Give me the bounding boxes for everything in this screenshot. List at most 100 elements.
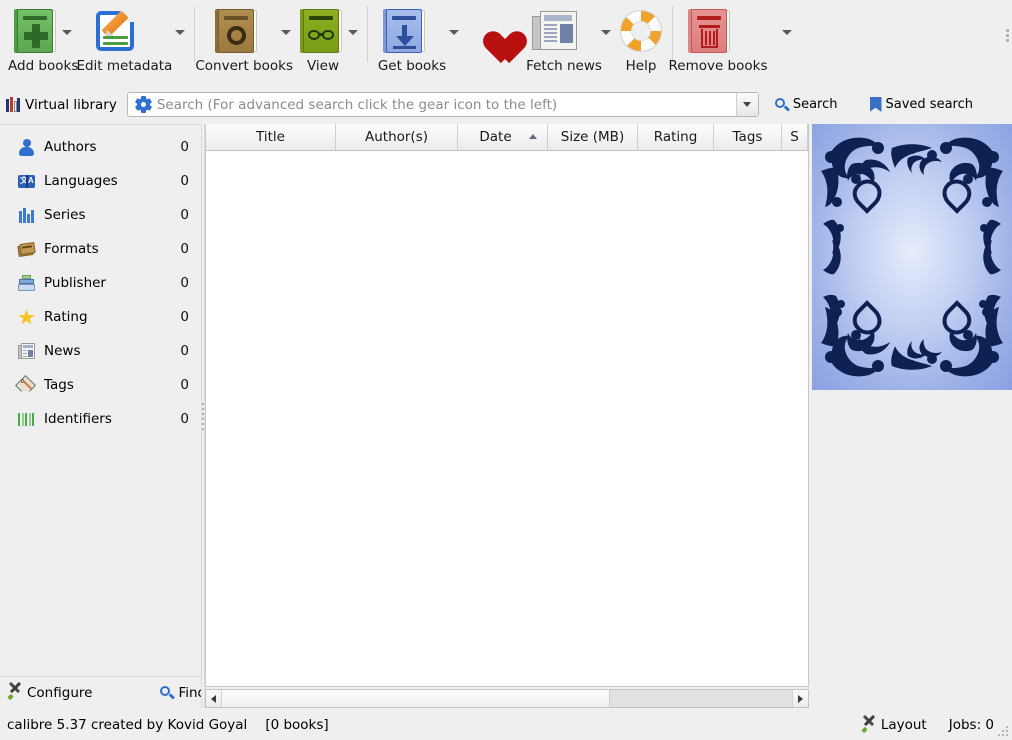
search-field-container[interactable] xyxy=(126,92,759,117)
window-resize-grip[interactable] xyxy=(998,726,1010,738)
sidebar-item-news[interactable]: News 0 xyxy=(0,334,201,368)
edit-metadata-icon xyxy=(94,8,139,54)
formats-icon xyxy=(17,241,36,258)
identifiers-icon xyxy=(18,411,35,428)
book-count-text: [0 books] xyxy=(265,717,329,733)
sidebar-label-identifiers: Identifiers xyxy=(44,411,112,427)
virtual-library-button[interactable]: Virtual library xyxy=(0,89,127,120)
news-icon xyxy=(18,342,35,360)
rating-star-icon xyxy=(18,309,35,326)
toolbar-overflow-handle[interactable] xyxy=(1002,10,1012,60)
layout-button[interactable]: Layout xyxy=(861,714,927,733)
sidebar-item-languages[interactable]: 文A Languages 0 xyxy=(0,164,201,198)
saved-search-label: Saved search xyxy=(885,97,973,112)
sidebar-label-languages: Languages xyxy=(44,173,118,189)
toolbar-button-view[interactable]: View xyxy=(293,0,359,78)
jobs-indicator[interactable]: Jobs: 0 xyxy=(949,717,994,733)
toolbar-button-donate[interactable] xyxy=(460,0,518,78)
saved-search-button[interactable]: Saved search xyxy=(862,91,981,118)
tag-browser-footer: Configure Find xyxy=(0,676,206,708)
toolbar-label-view: View xyxy=(306,58,340,74)
toolbar-button-fetch-news[interactable]: Fetch news xyxy=(518,0,612,78)
add-books-menu-arrow-icon[interactable] xyxy=(61,6,73,56)
fetch-news-menu-arrow-icon[interactable] xyxy=(600,6,612,56)
toolbar-separator-3 xyxy=(672,6,673,62)
sidebar-item-identifiers[interactable]: Identifiers 0 xyxy=(0,402,201,436)
toolbar-button-convert-books[interactable]: Convert books xyxy=(195,0,293,78)
scrollbar-track[interactable] xyxy=(222,690,792,707)
sidebar-item-publisher[interactable]: Publisher 0 xyxy=(0,266,201,300)
sidebar-item-tags[interactable]: Tags 0 xyxy=(0,368,201,402)
fetch-news-icon xyxy=(532,10,578,52)
remove-books-menu-arrow-icon[interactable] xyxy=(781,6,793,56)
search-history-dropdown[interactable] xyxy=(735,93,758,116)
sidebar-item-series[interactable]: Series 0 xyxy=(0,198,201,232)
tag-browser-panel: Authors 0 文A Languages 0 Series 0 Format… xyxy=(0,124,206,708)
column-header-tags[interactable]: Tags xyxy=(714,124,782,150)
column-header-rating[interactable]: Rating xyxy=(638,124,714,150)
toolbar-label-fetch-news: Fetch news xyxy=(526,58,602,74)
search-input[interactable] xyxy=(156,93,736,116)
configure-button[interactable]: Configure xyxy=(0,678,100,708)
book-list-body[interactable] xyxy=(206,151,808,686)
book-details-panel xyxy=(809,122,1012,708)
virtual-library-icon xyxy=(6,97,20,112)
donate-heart-icon xyxy=(472,8,518,54)
find-icon xyxy=(160,685,176,700)
get-books-icon xyxy=(382,8,426,54)
main-toolbar: Add books Edit metadata Convert books Vi… xyxy=(0,0,1012,84)
sort-ascending-icon xyxy=(529,134,537,139)
column-label-tags: Tags xyxy=(732,129,763,145)
convert-books-icon xyxy=(214,8,258,54)
virtual-library-label: Virtual library xyxy=(25,96,117,113)
series-icon xyxy=(18,207,35,224)
column-label-authors: Author(s) xyxy=(364,129,429,145)
sidebar-label-authors: Authors xyxy=(44,139,97,155)
remove-books-icon xyxy=(687,8,731,54)
column-label-size: Size (MB) xyxy=(560,129,625,145)
get-books-menu-arrow-icon[interactable] xyxy=(448,6,460,56)
book-list-horizontal-scrollbar[interactable] xyxy=(205,689,809,708)
toolbar-button-help[interactable]: Help xyxy=(612,0,664,78)
view-menu-arrow-icon[interactable] xyxy=(347,6,359,56)
search-toolbar: Virtual library Search Saved search xyxy=(0,88,1012,121)
toolbar-label-add-books: Add books xyxy=(8,58,79,74)
scrollbar-thumb[interactable] xyxy=(222,690,610,707)
edit-metadata-menu-arrow-icon[interactable] xyxy=(174,6,186,56)
toolbar-button-add-books[interactable]: Add books xyxy=(0,0,78,78)
column-header-authors[interactable]: Author(s) xyxy=(336,124,458,150)
toolbar-label-convert-books: Convert books xyxy=(195,58,293,74)
book-list-header: Title Author(s) Date Size (MB) Rating Ta… xyxy=(206,124,808,151)
column-label-series: S xyxy=(790,129,799,145)
column-label-rating: Rating xyxy=(653,129,698,145)
scroll-left-arrow-icon[interactable] xyxy=(206,690,222,707)
toolbar-button-edit-metadata[interactable]: Edit metadata xyxy=(76,0,186,78)
tags-icon xyxy=(18,377,35,394)
sidebar-count-rating: 0 xyxy=(180,309,189,325)
sidebar-item-authors[interactable]: Authors 0 xyxy=(0,130,201,164)
configure-wrench-icon xyxy=(7,681,23,701)
status-bar: calibre 5.37 created by Kovid Goyal [0 b… xyxy=(0,710,1012,740)
sidebar-item-formats[interactable]: Formats 0 xyxy=(0,232,201,266)
column-header-size[interactable]: Size (MB) xyxy=(548,124,638,150)
search-button[interactable]: Search xyxy=(767,91,846,118)
toolbar-button-get-books[interactable]: Get books xyxy=(376,0,460,78)
app-version-text: calibre 5.37 created by Kovid Goyal xyxy=(7,717,248,733)
convert-books-menu-arrow-icon[interactable] xyxy=(280,6,292,56)
calibre-main-window: Add books Edit metadata Convert books Vi… xyxy=(0,0,1012,740)
help-lifebuoy-icon xyxy=(618,8,664,54)
languages-icon: 文A xyxy=(18,173,35,190)
book-list-table[interactable]: Title Author(s) Date Size (MB) Rating Ta… xyxy=(205,124,809,687)
layout-wrench-icon xyxy=(861,714,877,733)
column-header-title[interactable]: Title xyxy=(206,124,336,150)
tag-browser-list[interactable]: Authors 0 文A Languages 0 Series 0 Format… xyxy=(0,125,201,676)
toolbar-button-remove-books[interactable]: Remove books xyxy=(668,0,793,78)
column-header-series[interactable]: S xyxy=(782,124,808,150)
sidebar-count-identifiers: 0 xyxy=(180,411,189,427)
sidebar-item-rating[interactable]: Rating 0 xyxy=(0,300,201,334)
gear-icon[interactable] xyxy=(134,96,152,113)
scroll-right-arrow-icon[interactable] xyxy=(792,690,808,707)
column-header-date[interactable]: Date xyxy=(458,124,548,150)
publisher-icon xyxy=(18,274,35,292)
sidebar-count-tags: 0 xyxy=(180,377,189,393)
